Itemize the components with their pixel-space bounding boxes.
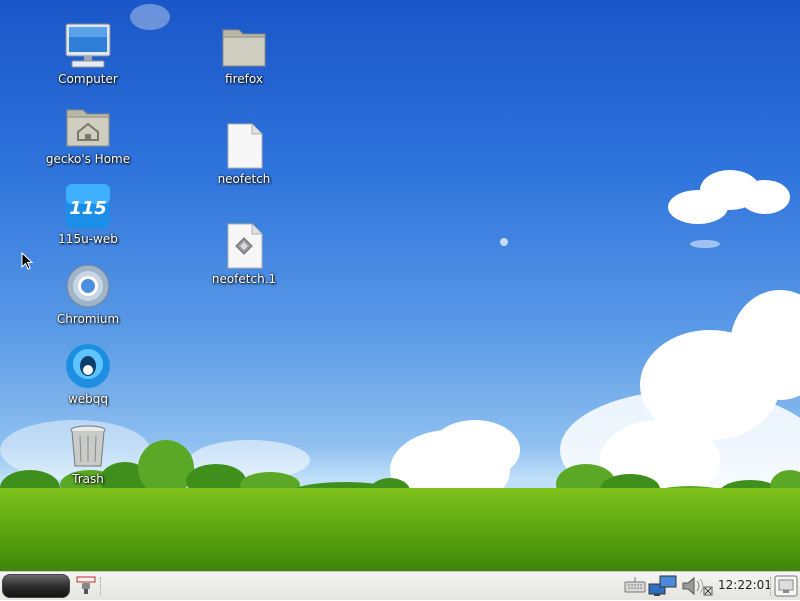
webqq-icon [64, 342, 112, 390]
desktop-icon-label: neofetch [217, 172, 271, 186]
trash-icon [64, 422, 112, 470]
chromium-icon [64, 262, 112, 310]
show-desktop-icon[interactable] [774, 575, 798, 597]
desktop-icon-firefox-folder[interactable]: firefox [196, 22, 292, 87]
desktop-icon-trash[interactable]: Trash [40, 422, 136, 487]
desktop-icon-115u-web[interactable]: 115 115u-web [40, 182, 136, 247]
desktop-icon-home[interactable]: gecko's Home [40, 102, 136, 167]
start-menu-button[interactable] [2, 574, 70, 598]
desktop-icon-label: neofetch.1 [211, 272, 277, 286]
clock[interactable]: 12:22:01 [718, 578, 772, 592]
desktop-icon-label: webqq [67, 392, 109, 406]
desktop-icon-label: 115u-web [58, 232, 118, 246]
desktop-icon-chromium[interactable]: Chromium [40, 262, 136, 327]
home-folder-icon [64, 102, 112, 150]
taskbar: 12:22:01 [0, 571, 800, 600]
app-115-icon: 115 [64, 182, 112, 230]
folder-icon [220, 22, 268, 70]
desktop-icon-webqq[interactable]: webqq [40, 342, 136, 407]
text-file-icon [220, 122, 268, 170]
desktop-icon-neofetch-1[interactable]: neofetch.1 [196, 222, 292, 287]
mouse-cursor-icon [21, 251, 34, 274]
desktop[interactable]: Computer gecko's Home 115 115u-web Chrom… [0, 0, 800, 571]
desktop-icon-label: Computer [58, 72, 118, 86]
desktop-icon-neofetch[interactable]: neofetch [196, 122, 292, 187]
desktop-icon-label: Trash [72, 472, 104, 486]
desktop-icon-label: gecko's Home [45, 152, 131, 166]
keyboard-icon[interactable] [624, 575, 646, 597]
volume-muted-icon[interactable] [680, 575, 714, 597]
desktop-icon-computer[interactable]: Computer [40, 22, 136, 87]
desktop-icon-label: firefox [225, 72, 263, 86]
manpage-file-icon [220, 222, 268, 270]
grass-field [0, 488, 800, 571]
taskbar-separator [770, 577, 773, 595]
desktop-icon-label: Chromium [56, 312, 120, 326]
launcher-icon[interactable] [74, 575, 98, 597]
network-icon[interactable] [648, 575, 678, 597]
taskbar-separator [100, 577, 103, 595]
app-115-badge-text: 115 [69, 198, 107, 219]
computer-icon [64, 22, 112, 70]
